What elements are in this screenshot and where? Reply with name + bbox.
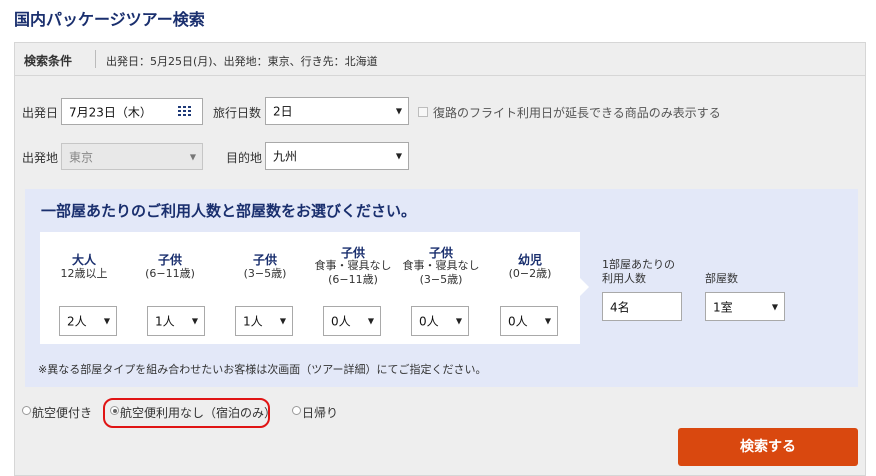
chevron-down-icon: ▼ — [395, 151, 402, 161]
pax-col-title: 子供 — [252, 253, 277, 267]
pax-col-sub: 12歳以上 — [60, 267, 108, 280]
pax-col-title: 大人 — [71, 253, 96, 267]
chevron-down-icon: ▼ — [191, 316, 198, 326]
radio-with-flight[interactable] — [22, 406, 31, 415]
child-6-11-count-select[interactable]: 1人 ▼ — [147, 306, 205, 336]
pax-col-title: 子供 — [157, 253, 182, 267]
infant-count-value: 0人 — [508, 314, 528, 329]
pax-col-sub: (3−5歳) — [419, 273, 463, 286]
chevron-down-icon: ▼ — [771, 302, 778, 311]
pax-table — [40, 232, 580, 344]
pax-col-sub: 食事・寝具なし — [314, 259, 392, 272]
child-3-5-count-select[interactable]: 1人 ▼ — [235, 306, 293, 336]
per-room-count-value: 4名 — [610, 300, 630, 314]
departure-date-input[interactable]: 7月23日（木） — [61, 98, 203, 125]
child-6-11-nomeal-count-select[interactable]: 0人 ▼ — [323, 306, 381, 336]
page-title: 国内パッケージツアー検索 — [14, 10, 205, 29]
pax-note: ※異なる部屋タイプを組み合わせたいお客様は次画面（ツアー詳細）にてご指定ください… — [38, 363, 487, 376]
chevron-down-icon: ▼ — [103, 316, 110, 326]
origin-value: 東京 — [69, 150, 94, 164]
per-room-count-field: 4名 — [602, 292, 682, 321]
trip-days-select[interactable]: 2日 ▼ — [265, 97, 409, 125]
pax-table-pointer — [580, 278, 589, 296]
destination-label: 目的地 — [226, 151, 263, 165]
radio-with-flight-label[interactable]: 航空便付き — [32, 404, 92, 421]
chevron-down-icon: ▼ — [544, 316, 551, 326]
pax-col-sub: (6−11歳) — [328, 273, 378, 286]
departure-date-value: 7月23日（木） — [69, 105, 152, 119]
infant-count-select[interactable]: 0人 ▼ — [500, 306, 558, 336]
radio-hotel-only[interactable] — [110, 406, 119, 415]
pax-col-sub: 食事・寝具なし — [402, 259, 480, 272]
origin-select: 東京 ▼ — [61, 143, 203, 170]
origin-label: 出発地 — [22, 151, 59, 165]
rooms-label: 部屋数 — [705, 272, 738, 285]
destination-value: 九州 — [273, 149, 298, 164]
chevron-down-icon: ▼ — [395, 106, 402, 116]
criteria-summary: 出発日：5月25日(月)、出発地：東京、行き先：北海道 — [106, 55, 378, 68]
pax-col-title: 幼児 — [517, 253, 542, 267]
pax-heading: 一部屋あたりのご利用人数と部屋数をお選びください。 — [41, 202, 417, 220]
child-6-11-count-value: 1人 — [155, 314, 175, 329]
chevron-down-icon: ▼ — [367, 316, 374, 326]
pax-col-sub: (6−11歳) — [145, 267, 195, 280]
radio-hotel-only-label[interactable]: 航空便利用なし（宿泊のみ） — [120, 404, 276, 421]
flight-extension-label: 復路のフライト利用日が延長できる商品のみ表示する — [433, 106, 721, 120]
criteria-label: 検索条件 — [24, 54, 73, 68]
per-room-label: 1部屋あたりの — [602, 258, 675, 271]
per-room-label: 利用人数 — [602, 272, 646, 285]
rooms-value: 1室 — [713, 300, 733, 314]
destination-select[interactable]: 九州 ▼ — [265, 142, 409, 170]
search-button[interactable]: 検索する — [678, 428, 858, 466]
child-6-11-nomeal-count-value: 0人 — [331, 314, 351, 329]
child-3-5-nomeal-count-select[interactable]: 0人 ▼ — [411, 306, 469, 336]
criteria-divider — [95, 50, 96, 68]
trip-days-value: 2日 — [273, 104, 293, 119]
trip-days-label: 旅行日数 — [213, 106, 262, 120]
rooms-select[interactable]: 1室 ▼ — [705, 292, 785, 321]
chevron-down-icon: ▼ — [455, 316, 462, 326]
calendar-icon[interactable] — [178, 106, 192, 118]
pax-col-sub: (3−5歳) — [243, 267, 287, 280]
radio-day-trip-label[interactable]: 日帰り — [302, 404, 338, 421]
adult-count-value: 2人 — [67, 314, 87, 329]
pax-col-sub: (0−2歳) — [508, 267, 552, 280]
departure-date-label: 出発日 — [22, 106, 59, 120]
radio-day-trip[interactable] — [292, 406, 301, 415]
child-3-5-nomeal-count-value: 0人 — [419, 314, 439, 329]
chevron-down-icon: ▼ — [189, 152, 196, 161]
chevron-down-icon: ▼ — [279, 316, 286, 326]
flight-extension-checkbox[interactable] — [418, 107, 428, 117]
adult-count-select[interactable]: 2人 ▼ — [59, 306, 117, 336]
child-3-5-count-value: 1人 — [243, 314, 263, 329]
